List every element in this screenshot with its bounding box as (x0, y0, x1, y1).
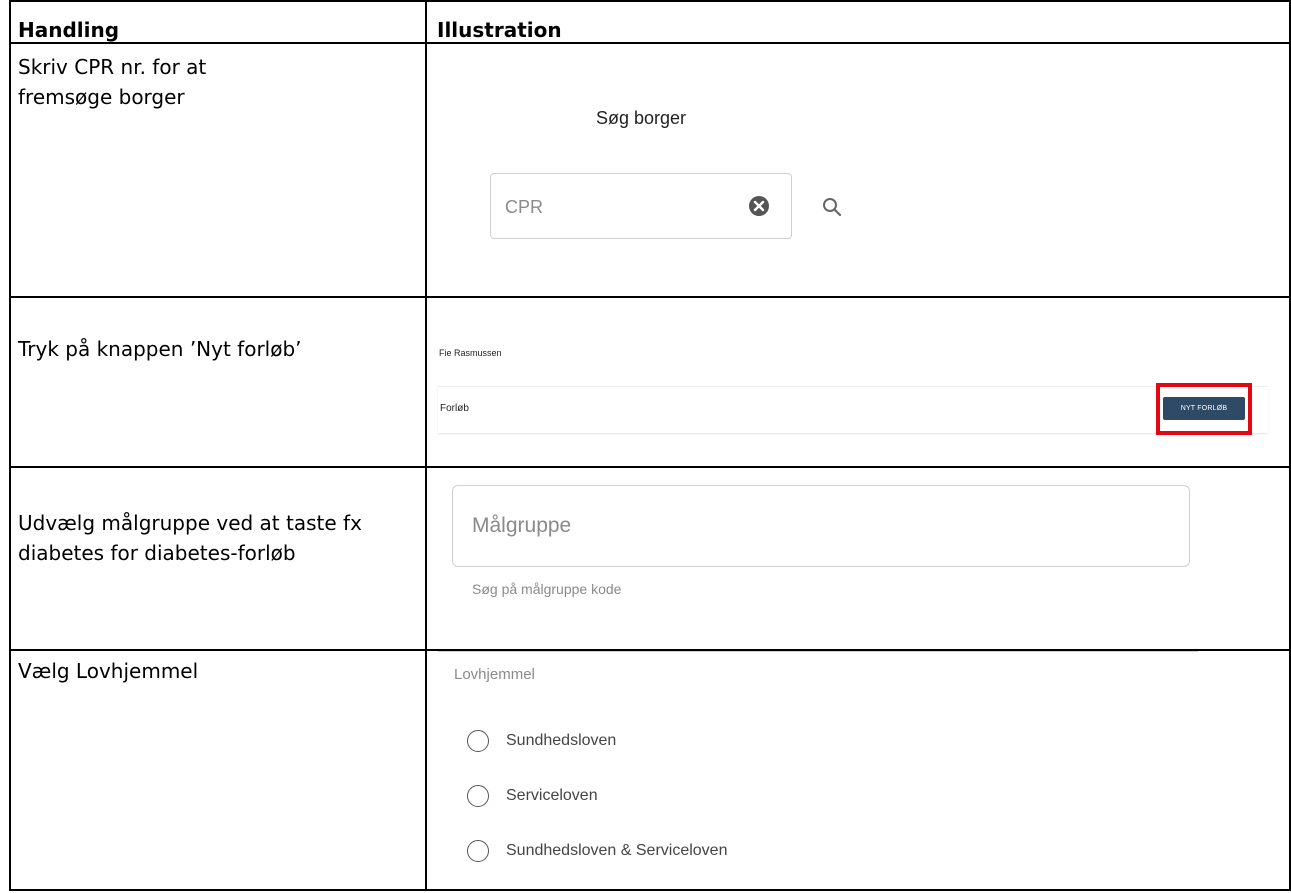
table-column-divider (425, 0, 427, 891)
header-illustration: Illustration (437, 18, 562, 42)
cpr-search-field[interactable]: CPR (490, 173, 792, 239)
forlob-label: Forløb (440, 403, 469, 414)
highlight-frame (1156, 383, 1252, 435)
forlob-section: Forløb (438, 386, 1268, 433)
radio-serviceloven[interactable] (467, 785, 489, 807)
citizen-name: Fie Rasmussen (439, 348, 502, 358)
illustration-divider (438, 651, 1198, 652)
target-group-input[interactable]: Målgruppe (452, 485, 1190, 567)
legal-basis-label: Lovhjemmel (454, 666, 535, 683)
cpr-placeholder: CPR (505, 197, 544, 217)
table-header-divider (9, 42, 1291, 44)
table-row-divider (9, 466, 1291, 468)
table-border-top (9, 0, 1291, 2)
option-combined-label: Sundhedsloven & Serviceloven (506, 842, 728, 859)
radio-sundhedsloven-serviceloven[interactable] (467, 840, 489, 862)
target-group-placeholder: Målgruppe (472, 514, 572, 537)
option-serviceloven-label: Serviceloven (506, 787, 598, 804)
instruction-table (0, 0, 1291, 893)
table-row-divider (9, 296, 1291, 298)
step-4-text: Vælg Lovhjemmel (18, 659, 199, 683)
step-1-text: Skriv CPR nr. for at fremsøge borger (18, 55, 207, 109)
table-border-bottom (9, 889, 1291, 891)
search-icon[interactable] (821, 196, 843, 218)
option-sundhedsloven-label: Sundhedsloven (506, 732, 617, 749)
step-3-text: Udvælg målgruppe ved at taste fx diabete… (18, 511, 362, 565)
radio-sundhedsloven[interactable] (467, 730, 489, 752)
search-title: Søg borger (596, 108, 687, 128)
clear-circle-icon[interactable] (748, 195, 770, 217)
target-group-helper: Søg på målgruppe kode (472, 581, 622, 597)
step-2-text: Tryk på knappen ’Nyt forløb’ (18, 337, 302, 361)
table-border-left (9, 0, 11, 891)
header-handling: Handling (18, 18, 120, 42)
